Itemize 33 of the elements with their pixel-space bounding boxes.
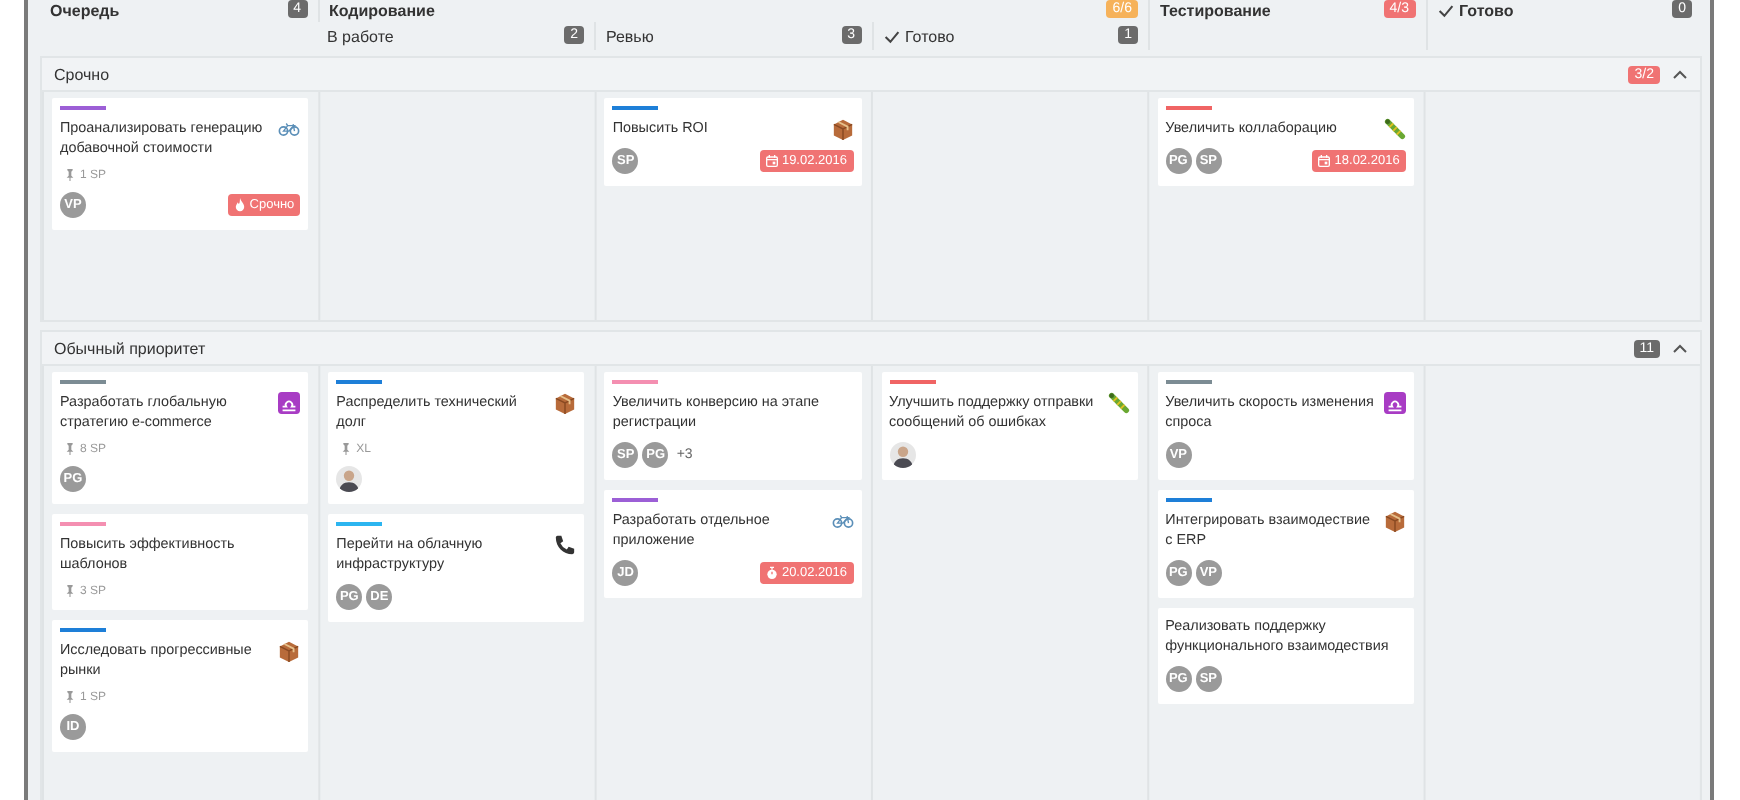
pin-icon: [66, 690, 74, 704]
box-icon: [278, 640, 301, 662]
calendar-icon: [765, 154, 778, 168]
caterpillar-icon: [1383, 118, 1406, 140]
box-icon: [831, 118, 853, 140]
column-title: В работе: [327, 26, 396, 46]
pin-icon: [66, 584, 74, 598]
caterpillar-icon: [1107, 392, 1130, 414]
column-title: Готово: [905, 26, 957, 46]
avatar: [889, 442, 915, 468]
column-title: Очередь: [50, 0, 122, 20]
chevron-icon[interactable]: [1672, 69, 1688, 79]
column-title: Готово: [1459, 0, 1516, 20]
bicycle-icon: [278, 118, 301, 140]
phone-icon: [554, 534, 577, 556]
flame-icon: [233, 198, 246, 212]
lane-title: Срочно: [54, 65, 112, 83]
lane-title: Обычный приоритет: [54, 339, 208, 357]
pin-icon: [66, 168, 74, 182]
box-icon: [554, 392, 577, 414]
column-title: Кодирование: [329, 0, 437, 20]
calendar-icon: [1318, 154, 1331, 168]
column-title: Тестирование: [1160, 0, 1273, 20]
pin-icon: [66, 442, 74, 456]
bicycle-icon: [831, 510, 853, 532]
libra-icon: [278, 392, 301, 414]
box-icon: [1383, 510, 1406, 532]
avatar: [336, 466, 363, 492]
libra-icon: [1383, 392, 1406, 414]
chevron-icon[interactable]: [1672, 343, 1688, 353]
column-title: Ревью: [606, 26, 656, 46]
pin-icon: [342, 442, 351, 456]
stopwatch-icon: [765, 566, 778, 580]
